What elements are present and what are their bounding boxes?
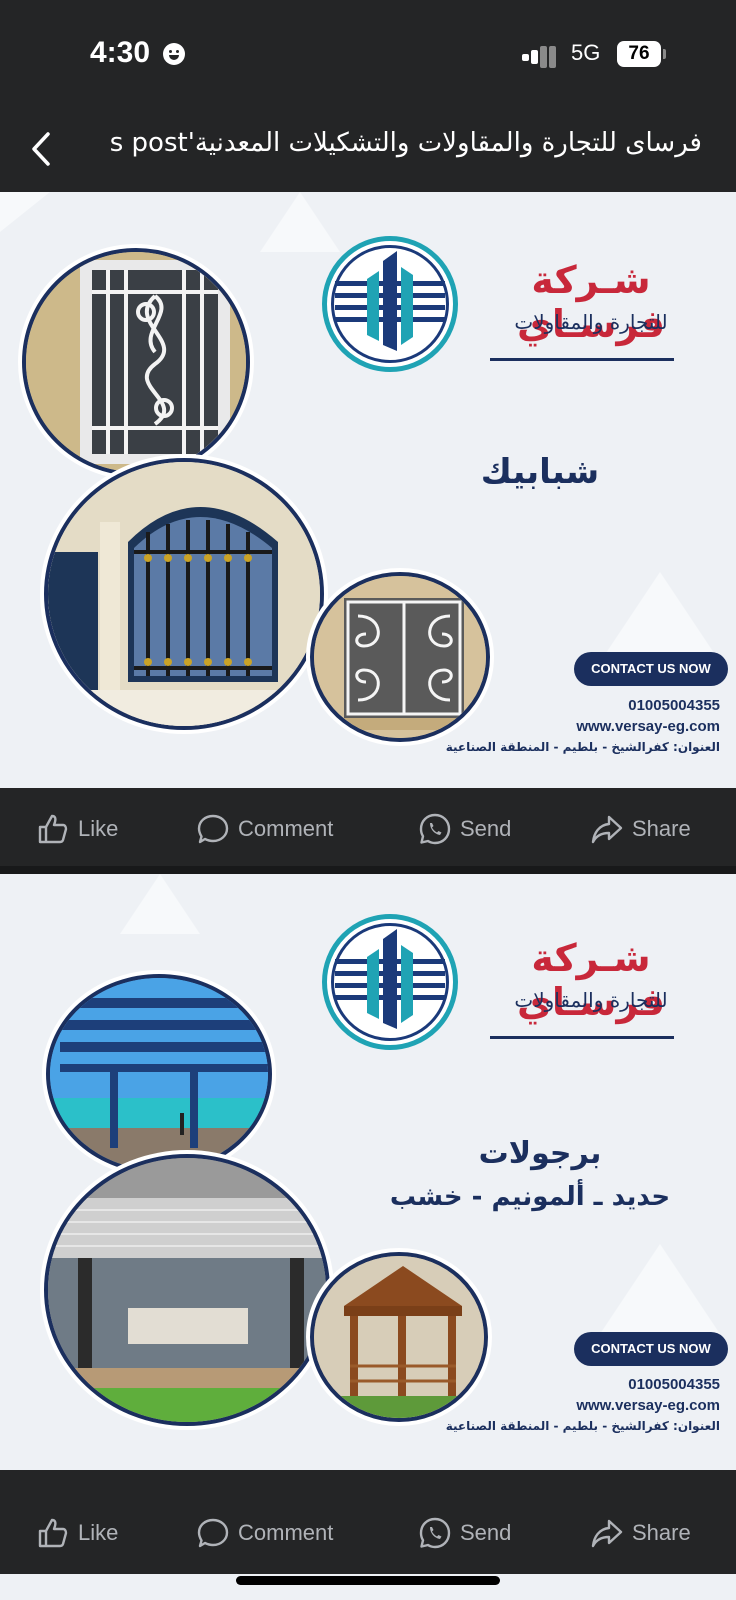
louvered-pergola-patio-icon <box>44 1154 330 1426</box>
back-button[interactable] <box>22 124 66 174</box>
company-logo-icon <box>322 914 458 1050</box>
website-url: www.versay-eg.com <box>576 718 720 735</box>
contact-us-badge: CONTACT US NOW <box>574 1332 728 1366</box>
background-shape <box>600 1244 720 1334</box>
like-button[interactable]: Like <box>36 1510 118 1556</box>
scroll-window-grill-icon <box>310 572 490 742</box>
arched-window-gold-spikes-icon <box>44 458 324 730</box>
beach-pergola-icon <box>46 974 272 1174</box>
like-label: Like <box>78 816 119 841</box>
battery-icon: 76 <box>617 41 666 67</box>
like-button[interactable]: Like <box>36 806 118 852</box>
company-tagline: للتجارة والمقاولات <box>514 310 668 334</box>
phone-number: 01005004355 <box>628 1376 720 1393</box>
whatsapp-icon <box>419 813 451 845</box>
signal-strength-icon <box>522 46 558 68</box>
background-shape <box>600 572 720 662</box>
divider <box>490 358 674 361</box>
page-title: فرساى للتجارة والمقاولات والتشكيلات المع… <box>109 128 702 158</box>
thumbs-up-icon <box>38 1518 68 1548</box>
whatsapp-icon <box>419 1517 451 1549</box>
status-bar: 4:30 5G 76 <box>0 0 736 110</box>
contact-us-badge: CONTACT US NOW <box>574 652 728 686</box>
comment-bubble-icon <box>197 814 229 844</box>
background-shape <box>120 874 200 934</box>
home-indicator[interactable] <box>236 1576 500 1585</box>
share-arrow-icon <box>591 815 623 844</box>
post-image[interactable]: شـركة فرسـاي للتجارة والمقاولات شبابيك C… <box>0 192 736 788</box>
thumbs-up-icon <box>38 814 68 844</box>
comment-label: Comment <box>238 816 334 841</box>
share-label: Share <box>632 1520 691 1545</box>
company-logo-icon <box>322 236 458 372</box>
comment-bubble-icon <box>197 1518 229 1548</box>
chevron-left-icon <box>32 132 50 166</box>
share-button[interactable]: Share <box>590 806 691 852</box>
comment-button[interactable]: Comment <box>196 806 333 852</box>
wooden-gazebo-icon <box>310 1252 488 1422</box>
headline: برجولات <box>478 1136 602 1171</box>
status-time: 4:30 <box>90 36 151 69</box>
like-label: Like <box>78 1520 119 1545</box>
background-shape <box>0 192 50 232</box>
post-image[interactable]: شـركة فرسـاي للتجارة والمقاولات برجولات … <box>0 874 736 1470</box>
share-arrow-icon <box>591 1519 623 1548</box>
send-button[interactable]: Send <box>418 806 511 852</box>
send-label: Send <box>460 1520 512 1545</box>
post-action-bar: Like Comment Send Share <box>0 1492 736 1574</box>
network-type: 5G <box>571 40 601 65</box>
company-tagline: للتجارة والمقاولات <box>514 988 668 1012</box>
address: العنوان: كفرالشيخ - بلطيم - المنطقة الصن… <box>445 1419 720 1433</box>
send-label: Send <box>460 816 512 841</box>
post-action-bar: Like Comment Send Share <box>0 788 736 870</box>
share-button[interactable]: Share <box>590 1510 691 1556</box>
phone-number: 01005004355 <box>628 697 720 714</box>
nav-bar: فرساى للتجارة والمقاولات والتشكيلات المع… <box>0 110 736 192</box>
ornate-white-window-grill-icon <box>22 248 250 476</box>
send-button[interactable]: Send <box>418 1510 511 1556</box>
headline: شبابيك <box>480 452 600 492</box>
notification-smiley-icon <box>163 43 185 65</box>
comment-button[interactable]: Comment <box>196 1510 333 1556</box>
comment-label: Comment <box>238 1520 334 1545</box>
share-label: Share <box>632 816 691 841</box>
divider <box>0 866 736 874</box>
website-url: www.versay-eg.com <box>576 1397 720 1414</box>
address: العنوان: كفرالشيخ - بلطيم - المنطقة الصن… <box>445 740 720 754</box>
subheadline: حديد ـ ألمونيم - خشب <box>389 1182 671 1212</box>
divider <box>490 1036 674 1039</box>
